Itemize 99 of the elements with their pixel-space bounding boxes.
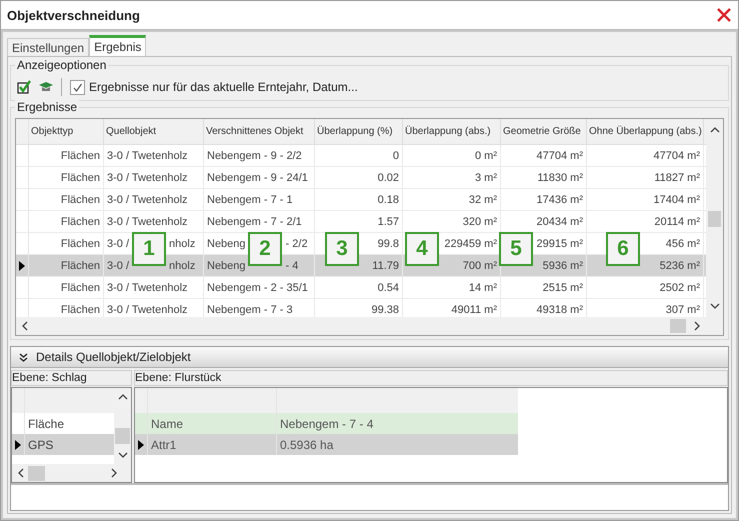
horizontal-scrollbar[interactable] — [16, 317, 706, 335]
table-cell: Flächen — [29, 211, 104, 232]
cell-text: Nebeng — [207, 238, 246, 250]
table-cell: Flächen — [29, 145, 104, 166]
scroll-right-icon[interactable] — [111, 468, 117, 478]
close-icon[interactable] — [716, 7, 732, 23]
check-all-icon[interactable] — [17, 80, 31, 94]
list-cell-text: Fläche — [27, 416, 66, 432]
number-callout: 1 — [132, 232, 166, 266]
cell-text: nholz — [169, 260, 196, 272]
vertical-scrollbar[interactable] — [706, 119, 723, 335]
table-cell: 0.54 — [315, 277, 403, 298]
scroll-up-icon[interactable] — [118, 394, 128, 400]
group-title: Ergebnisse — [15, 100, 80, 114]
table-cell: 47704 m² — [587, 145, 704, 166]
window-title: Objektverschneidung — [7, 8, 140, 22]
horizontal-scrollbar[interactable] — [12, 464, 131, 482]
scroll-up-icon[interactable] — [710, 127, 720, 133]
scroll-thumb[interactable] — [115, 428, 130, 444]
table-cell: 3-0 / Twetenholz — [104, 277, 204, 298]
cell-text: - 4 — [286, 260, 298, 272]
table-cell: Flächen — [29, 233, 104, 254]
cell-text: 3-0 / — [107, 238, 130, 250]
table-cell: Flächen — [29, 255, 104, 276]
table-cell: 47704 m² — [501, 145, 587, 166]
row-pointer-icon — [19, 260, 25, 270]
scroll-down-icon[interactable] — [118, 452, 128, 458]
table-cell: 17404 m² — [587, 189, 704, 210]
list-cell-text: GPS — [27, 436, 54, 454]
table-cell: 11827 m² — [587, 167, 704, 188]
table-cell: 0 m² — [403, 145, 501, 166]
table-cell: 3-0 / Twetenholz — [104, 145, 204, 166]
number-callout: 6 — [606, 232, 640, 266]
vertical-scrollbar[interactable] — [114, 388, 131, 464]
table-cell: 0.02 — [315, 167, 403, 188]
table-cell: 17436 m² — [501, 189, 587, 210]
pane-title: Ebene: Flurstück — [134, 370, 728, 386]
table-row[interactable]: Flächen 3-0 / Twetenholz Nebengem - 2 - 35/1 0.54 14 m² 2515 m² 2502 m² — [16, 277, 706, 299]
table-cell-text: 0.5936 ha — [279, 436, 334, 454]
row-pointer-icon — [15, 440, 21, 450]
column-header[interactable]: Überlappung (%) — [315, 119, 403, 144]
scroll-left-icon[interactable] — [22, 321, 28, 331]
list-row[interactable]: GPS — [12, 434, 114, 455]
table-cell-text: Nebengem - 7 - 4 — [279, 416, 374, 432]
table-cell: 0 — [315, 145, 403, 166]
table-cell: 11830 m² — [501, 167, 587, 188]
number-callout: 4 — [405, 232, 439, 266]
cell-text: - 2/2 — [286, 238, 308, 250]
scroll-thumb[interactable] — [28, 466, 45, 480]
table-cell: Nebengem - 7 - 1 — [204, 189, 315, 210]
row-pointer-icon — [138, 440, 144, 450]
number-callout: 5 — [499, 232, 533, 266]
table-cell: Attr1 — [148, 434, 277, 455]
property-row[interactable]: Name Nebengem - 7 - 4 — [135, 413, 518, 434]
table-cell: 0.18 — [315, 189, 403, 210]
number-callout: 3 — [325, 232, 359, 266]
table-cell: 14 m² — [403, 277, 501, 298]
cell-text: nholz — [169, 238, 196, 250]
table-cell: 2515 m² — [501, 277, 587, 298]
scroll-thumb[interactable] — [708, 211, 721, 227]
checkmark-icon — [72, 82, 83, 92]
column-header[interactable]: Überlappung (abs.) — [403, 119, 501, 144]
table-cell: 3-0 / Twetenholz — [104, 167, 204, 188]
tab[interactable]: Einstellungen — [7, 38, 90, 56]
scroll-thumb[interactable] — [670, 319, 686, 333]
column-header[interactable]: Quellobjekt — [104, 119, 204, 144]
column-header[interactable]: Verschnittenes Objekt — [204, 119, 315, 144]
graduation-cap-icon[interactable] — [39, 81, 53, 93]
scroll-down-icon[interactable] — [710, 303, 720, 309]
cell-text: 3-0 / — [107, 260, 130, 272]
property-row[interactable]: Attr1 0.5936 ha — [135, 434, 518, 455]
table-cell: 2502 m² — [587, 277, 704, 298]
table-row[interactable]: Flächen 3-0 / Twetenholz Nebengem - 9 - 24/1 0.02 3 m² 11830 m² 11827 m² — [16, 167, 706, 189]
table-cell: 3-0 / Twetenholz — [104, 189, 204, 210]
table-cell: Flächen — [29, 189, 104, 210]
details-title: Details Quellobjekt/Zielobjekt — [36, 350, 191, 364]
column-header[interactable]: Geometrie Größe — [501, 119, 587, 144]
group-title: Anzeigeoptionen — [15, 58, 108, 72]
checkbox[interactable] — [70, 80, 85, 94]
collapse-icon[interactable] — [19, 352, 28, 362]
table-row[interactable]: Flächen 3-0 / Twetenholz Nebengem - 9 - 2/2 0 0 m² 47704 m² 47704 m² — [16, 145, 706, 167]
table-cell: Nebengem - 9 - 24/1 — [204, 167, 315, 188]
scroll-left-icon[interactable] — [18, 468, 24, 478]
column-header[interactable]: Ohne Überlappung (abs.) — [587, 119, 704, 144]
table-row[interactable]: Flächen 3-0 / Twetenholz Nebengem - 7 - 1 0.18 32 m² 17436 m² 17404 m² — [16, 189, 706, 211]
details-header-bar[interactable]: Details Quellobjekt/Zielobjekt — [11, 347, 728, 368]
scroll-right-icon[interactable] — [694, 321, 700, 331]
table-cell: 3 m² — [403, 167, 501, 188]
table-cell: Flächen — [29, 277, 104, 298]
table-cell: Nebengem - 2 - 35/1 — [204, 277, 315, 298]
table-cell: Nebengem - 9 - 2/2 — [204, 145, 315, 166]
column-header[interactable]: Objekttyp — [29, 119, 104, 144]
number-callout: 2 — [248, 232, 282, 266]
table-cell: 32 m² — [403, 189, 501, 210]
cell-text: Nebeng — [207, 260, 246, 272]
tab[interactable]: Ergebnis — [89, 35, 146, 56]
checkbox-label: Ergebnisse nur für das aktuelle Erntejahr, Datum... — [89, 80, 358, 94]
table-cell: Flächen — [29, 167, 104, 188]
pane-title: Ebene: Schlag — [11, 370, 132, 386]
